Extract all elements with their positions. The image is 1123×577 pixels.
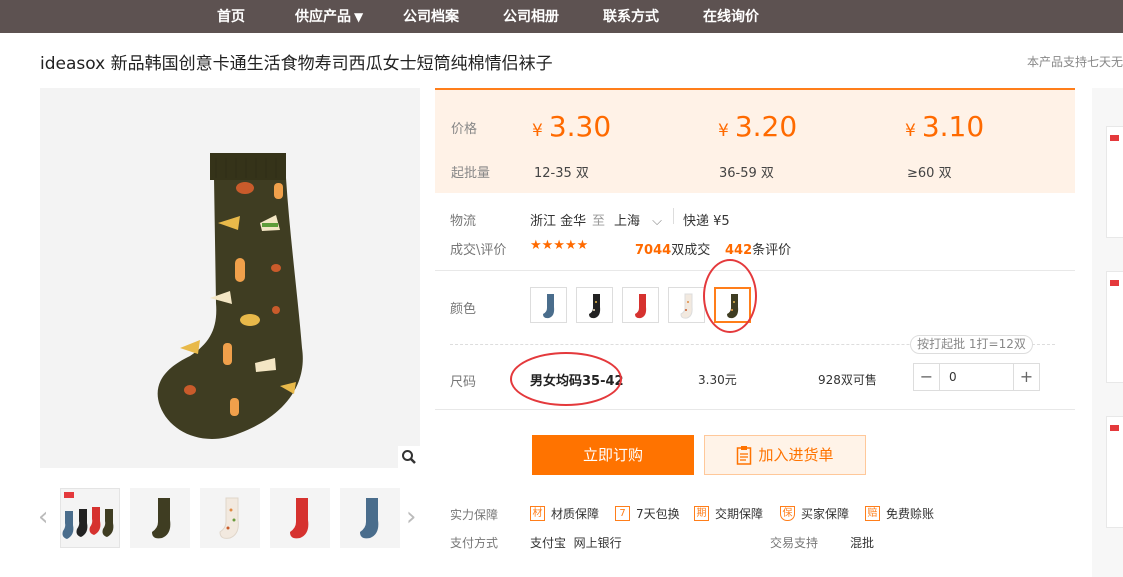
- qty-tier-1: 12-35 双: [534, 166, 589, 181]
- divider: [435, 270, 1075, 271]
- thumbnail-olive[interactable]: [130, 488, 190, 548]
- guarantee-buyer[interactable]: 保买家保障: [780, 505, 849, 522]
- chevron-down-icon: ⌵: [652, 214, 663, 229]
- logistics-label: 物流: [450, 214, 477, 229]
- blue-sock-thumb: [360, 498, 379, 539]
- color-label: 颜色: [450, 302, 477, 317]
- price-label: 价格: [451, 122, 478, 137]
- thumb-next-arrow[interactable]: ›: [406, 503, 416, 531]
- red-sock-icon: [635, 294, 647, 319]
- quantity-stepper: − +: [913, 363, 1040, 391]
- guarantee-exchange[interactable]: 7 7天包换: [615, 505, 680, 522]
- price-tier-1: ¥3.30: [532, 110, 612, 143]
- delivery-icon: 期: [694, 506, 709, 521]
- white-sock-thumb: [219, 497, 239, 539]
- blue-sock-icon: [543, 294, 555, 319]
- top-nav: 首页 供应产品 ▼ 公司档案 公司相册 联系方式 在线询价: [0, 0, 1123, 33]
- recommend-card[interactable]: [1106, 271, 1123, 383]
- olive-sock-thumb: [152, 498, 171, 539]
- color-option-blue[interactable]: [530, 287, 567, 323]
- nav-company-album[interactable]: 公司相册: [503, 0, 559, 33]
- guarantee-delivery[interactable]: 期交期保障: [694, 505, 763, 522]
- plus-icon[interactable]: +: [1013, 364, 1039, 390]
- trade-support-value: 混批: [850, 536, 875, 550]
- thumbnail-white[interactable]: [200, 488, 260, 548]
- price-tier-3: ¥3.10: [905, 110, 985, 143]
- quantity-input[interactable]: [941, 364, 1011, 390]
- nav-products-label: 供应产品: [295, 9, 351, 25]
- guarantee-material[interactable]: 材材质保障: [530, 505, 599, 522]
- ship-to-word: 至: [592, 214, 606, 229]
- minus-icon[interactable]: −: [914, 364, 940, 390]
- deals-label: 成交\评价: [450, 243, 507, 258]
- payment-methods: 支付宝 网上银行: [530, 536, 622, 550]
- trade-support-label: 交易支持: [770, 536, 819, 550]
- qty-tier-2: 36-59 双: [719, 166, 774, 181]
- min-qty-label: 起批量: [451, 166, 491, 181]
- guarantee-label: 实力保障: [450, 508, 499, 522]
- thumbnail-all-colors[interactable]: [60, 488, 120, 548]
- chevron-down-icon: ▼: [354, 10, 364, 24]
- seven-day-icon: 7: [615, 506, 630, 521]
- main-product-image[interactable]: [40, 88, 420, 468]
- color-option-black[interactable]: [576, 287, 613, 323]
- olive-sock-image: [157, 153, 303, 439]
- qty-tier-3: ≥60 双: [907, 166, 952, 181]
- color-option-red[interactable]: [622, 287, 659, 323]
- product-title: ideasox 新品韩国创意卡通生活食物寿司西瓜女士短筒纯棉情侣袜子: [40, 54, 553, 74]
- credit-icon: 赔: [865, 506, 880, 521]
- ship-from: 浙江 金华: [530, 214, 587, 229]
- promo-tag-icon: [64, 492, 74, 498]
- divider: [435, 409, 1075, 410]
- review-count[interactable]: 442条评价: [725, 239, 791, 258]
- material-icon: 材: [530, 506, 545, 521]
- nav-products[interactable]: 供应产品 ▼: [295, 0, 363, 33]
- red-sock-thumb: [290, 498, 309, 539]
- stock-available: 928双可售: [818, 373, 877, 387]
- white-sock-icon: [680, 293, 693, 319]
- thumbnail-red[interactable]: [270, 488, 330, 548]
- express-fee: 快递 ¥5: [683, 214, 730, 229]
- recommend-card[interactable]: [1106, 416, 1123, 528]
- return-policy-notice: 本产品支持七天无: [1026, 55, 1123, 69]
- annotation-circle: [510, 352, 622, 406]
- size-label: 尺码: [450, 375, 477, 390]
- color-option-white[interactable]: [668, 287, 705, 323]
- recommend-card[interactable]: [1106, 126, 1123, 238]
- search-icon: [402, 450, 416, 464]
- nav-home[interactable]: 首页: [217, 0, 245, 33]
- buy-now-button[interactable]: 立即订购: [532, 435, 694, 475]
- divider: [673, 208, 674, 224]
- nav-company-profile[interactable]: 公司档案: [403, 0, 459, 33]
- annotation-circle: [703, 259, 757, 333]
- add-to-cart-label: 加入进货单: [758, 446, 834, 464]
- nav-contact[interactable]: 联系方式: [603, 0, 659, 33]
- thumbnail-blue[interactable]: [340, 488, 400, 548]
- clipboard-icon: [737, 446, 752, 465]
- guarantee-credit[interactable]: 赔免费赊账: [865, 505, 934, 522]
- price-tier-2: ¥3.20: [718, 110, 798, 143]
- batch-note-badge: 按打起批 1打=12双: [910, 335, 1033, 354]
- ship-to-value: 上海: [614, 214, 641, 229]
- shield-icon: 保: [780, 506, 795, 521]
- thumb-prev-arrow[interactable]: ‹: [38, 503, 48, 531]
- zoom-button[interactable]: [398, 446, 420, 468]
- deal-count[interactable]: 7044双成交: [635, 239, 710, 258]
- add-to-cart-button[interactable]: 加入进货单: [704, 435, 866, 475]
- price-panel: 价格 起批量 ¥3.30 ¥3.20 ¥3.10 12-35 双 36-59 双…: [435, 88, 1075, 193]
- payment-label: 支付方式: [450, 536, 499, 550]
- nav-inquiry[interactable]: 在线询价: [703, 0, 759, 33]
- ship-to-select[interactable]: 上海 ⌵: [614, 210, 662, 229]
- size-price: 3.30元: [698, 373, 737, 387]
- black-sock-icon: [589, 294, 601, 319]
- rating-stars: ★★★★★: [530, 238, 589, 253]
